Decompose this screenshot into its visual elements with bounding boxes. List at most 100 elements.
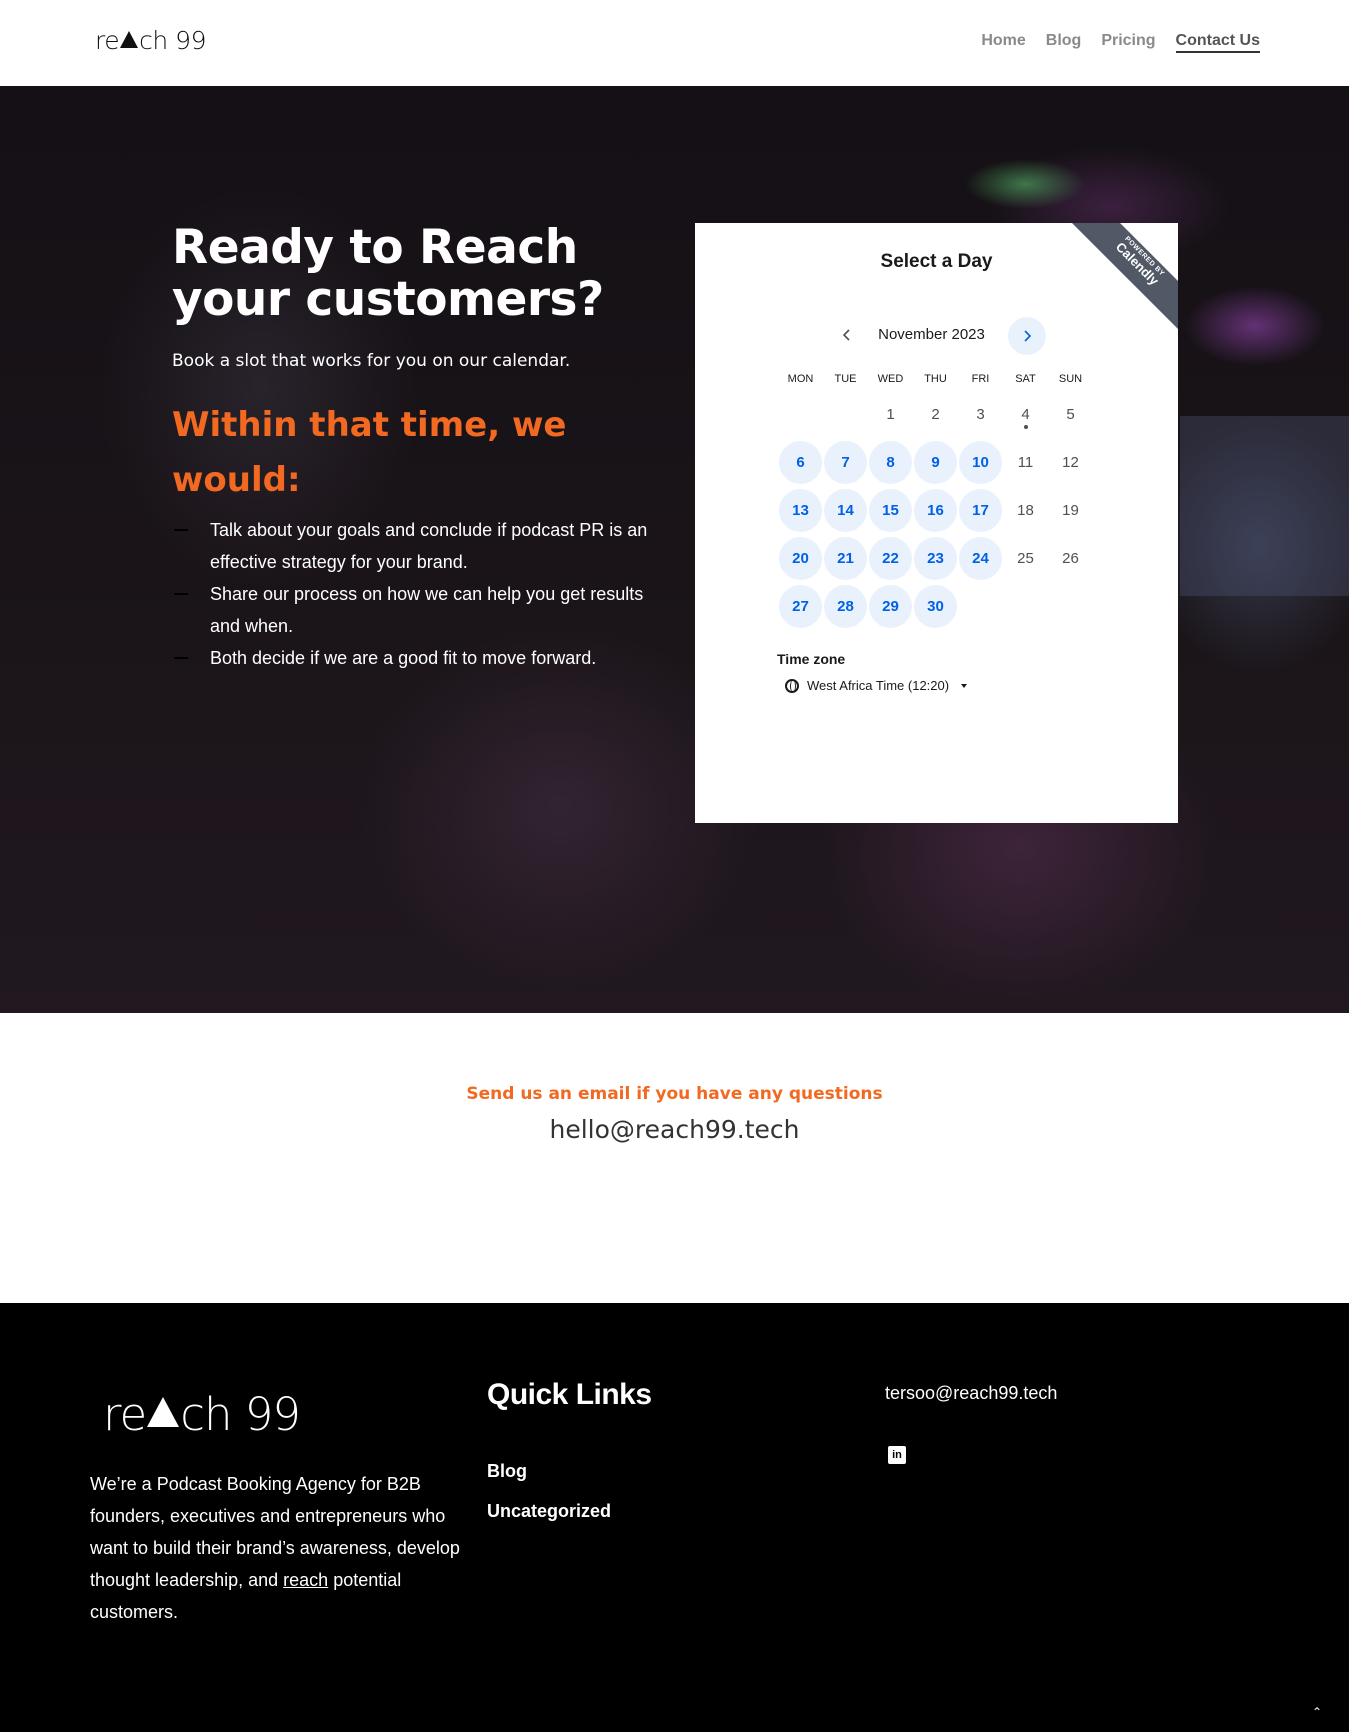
day-number: 2 (931, 405, 940, 423)
available-day-button[interactable]: 24 (958, 534, 1003, 582)
contact-email-link[interactable]: hello@reach99.tech (0, 1115, 1349, 1144)
available-day-button[interactable]: 28 (823, 582, 868, 630)
timezone-value: West Africa Time (12:20) (807, 678, 950, 693)
unavailable-day: 18 (1003, 486, 1048, 534)
current-month-label: November 2023 (878, 326, 985, 343)
day-number: 5 (1066, 405, 1075, 423)
hero-bullet: Talk about your goals and conclude if po… (172, 514, 662, 578)
linkedin-icon[interactable]: in (888, 1446, 906, 1464)
about-reach-link[interactable]: reach (283, 1570, 328, 1590)
day-number: 4 (1021, 405, 1030, 423)
footer-logo[interactable]: re ch 99 (103, 1388, 301, 1441)
nav-blog[interactable]: Blog (1046, 32, 1082, 53)
day-number: 24 (959, 536, 1002, 580)
timezone-label: Time zone (777, 651, 846, 667)
unavailable-day: 2 (913, 390, 958, 438)
day-number: 11 (1017, 453, 1034, 471)
logo-triangle-icon (120, 31, 139, 48)
empty-day-cell (823, 390, 868, 438)
available-day-button[interactable]: 30 (913, 582, 958, 630)
unavailable-day: 11 (1003, 438, 1048, 486)
scroll-to-top-icon[interactable]: ⌃ (1309, 1704, 1325, 1720)
nav-home[interactable]: Home (981, 32, 1025, 53)
available-day-button[interactable]: 20 (778, 534, 823, 582)
hero-bullet-list: Talk about your goals and conclude if po… (172, 514, 662, 674)
day-grid: 1 2 3 4 5 6 7 8 9 10 11 12 13 14 15 16 17 18 19 20 21 22 23 24 2… (778, 390, 1098, 630)
available-day-button[interactable]: 21 (823, 534, 868, 582)
available-day-button[interactable]: 29 (868, 582, 913, 630)
weekday-label: FRI (971, 373, 990, 385)
quick-links-title: Quick Links (487, 1378, 652, 1411)
unavailable-day: 1 (868, 390, 913, 438)
available-day-button[interactable]: 8 (868, 438, 913, 486)
hero-title: Ready to Reach your customers? (172, 220, 604, 327)
day-number: 7 (824, 440, 867, 484)
available-day-button[interactable]: 13 (778, 486, 823, 534)
calendar-title: Select a Day (880, 251, 993, 272)
weekday-label: WED (877, 373, 904, 385)
unavailable-day: 19 (1048, 486, 1093, 534)
caret-down-icon (961, 683, 968, 688)
weekday-header: MON TUE WED THU FRI SAT SUN (778, 373, 1098, 385)
weekday-label: TUE (834, 373, 857, 385)
site-header: re ch 99 Home Blog Pricing Contact Us (0, 0, 1349, 86)
month-navigation: November 2023 (695, 315, 1178, 355)
day-number: 25 (1017, 549, 1034, 567)
day-number: 29 (869, 584, 912, 628)
day-number: 6 (779, 440, 822, 484)
available-day-button[interactable]: 23 (913, 534, 958, 582)
site-logo[interactable]: re ch 99 (95, 26, 206, 55)
available-day-button[interactable]: 22 (868, 534, 913, 582)
site-footer: re ch 99 We’re a Podcast Booking Agency f… (0, 1303, 1349, 1732)
main-nav: Home Blog Pricing Contact Us (981, 32, 1260, 53)
next-month-button[interactable] (1008, 317, 1046, 355)
hero-subtitle: Book a slot that works for you on our ca… (172, 351, 571, 371)
unavailable-day: 12 (1048, 438, 1093, 486)
weekday-label: SAT (1015, 373, 1036, 385)
globe-icon (785, 678, 799, 693)
available-day-button[interactable]: 27 (778, 582, 823, 630)
hero-orange-heading: Within that time, we would: (172, 405, 567, 500)
footer-logo-text-right: ch 99 (180, 1388, 301, 1441)
available-day-button[interactable]: 15 (868, 486, 913, 534)
day-number: 17 (959, 488, 1002, 532)
quick-links-list: Blog Uncategorized (487, 1451, 611, 1531)
chevron-right-icon (1024, 330, 1032, 342)
hero-section: Ready to Reach your customers? Book a sl… (0, 86, 1349, 1013)
quick-link-uncategorized[interactable]: Uncategorized (487, 1491, 611, 1531)
day-number: 14 (824, 488, 867, 532)
weekday-label: THU (924, 373, 947, 385)
available-day-button[interactable]: 6 (778, 438, 823, 486)
unavailable-day: 5 (1048, 390, 1093, 438)
chevron-left-icon (842, 329, 850, 341)
unavailable-day: 3 (958, 390, 1003, 438)
logo-text-left: re (95, 26, 120, 55)
nav-contact-us[interactable]: Contact Us (1175, 32, 1260, 53)
day-number: 26 (1062, 549, 1079, 567)
available-day-button[interactable]: 9 (913, 438, 958, 486)
day-number: 23 (914, 536, 957, 580)
available-day-button[interactable]: 10 (958, 438, 1003, 486)
day-number: 3 (976, 405, 985, 423)
day-number: 21 (824, 536, 867, 580)
available-day-button[interactable]: 7 (823, 438, 868, 486)
available-day-button[interactable]: 16 (913, 486, 958, 534)
previous-month-button[interactable] (829, 317, 865, 353)
day-number: 27 (779, 584, 822, 628)
footer-logo-triangle-icon (147, 1396, 180, 1427)
about-text: We’re a Podcast Booking Agency for B2B f… (90, 1474, 460, 1590)
day-number: 30 (914, 584, 957, 628)
footer-contact-email[interactable]: tersoo@reach99.tech (885, 1383, 1057, 1404)
hero-background-image (1180, 416, 1349, 596)
weekday-label: SUN (1058, 373, 1083, 385)
available-day-button[interactable]: 14 (823, 486, 868, 534)
footer-logo-text-left: re (103, 1388, 147, 1441)
quick-link-blog[interactable]: Blog (487, 1451, 611, 1491)
day-number: 22 (869, 536, 912, 580)
day-number: 12 (1062, 453, 1079, 471)
timezone-selector[interactable]: West Africa Time (12:20) (785, 678, 968, 693)
nav-pricing[interactable]: Pricing (1101, 32, 1155, 53)
available-day-button[interactable]: 17 (958, 486, 1003, 534)
day-number: 19 (1062, 501, 1079, 519)
unavailable-day: 25 (1003, 534, 1048, 582)
